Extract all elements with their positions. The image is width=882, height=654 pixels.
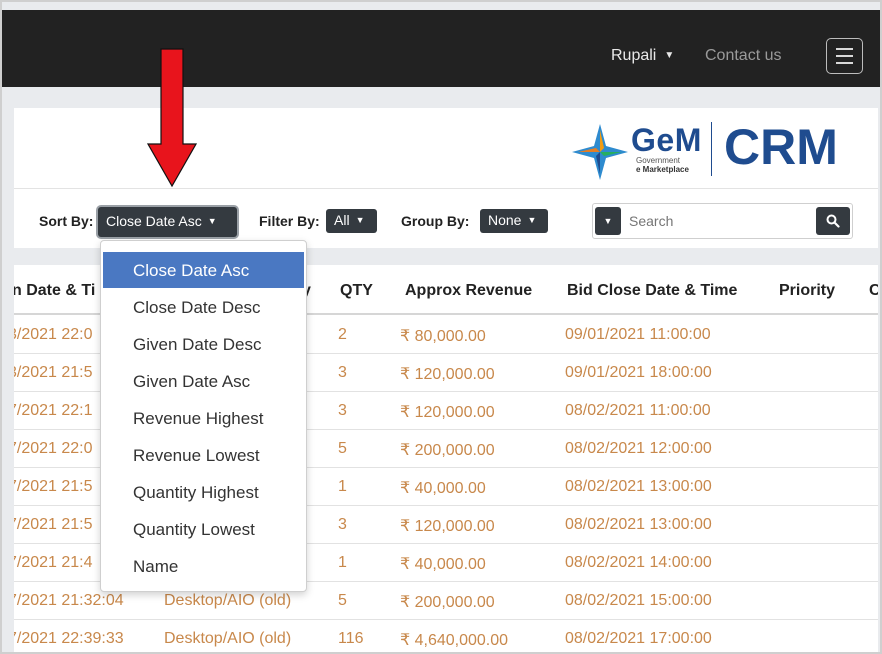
revenue-cell: ₹ 40,000.00	[400, 556, 486, 573]
red-arrow-annotation	[147, 48, 197, 188]
search-icon	[826, 214, 840, 228]
sort-by-label: Sort By:	[39, 213, 94, 229]
filter-dropdown-value: All	[334, 212, 350, 228]
gem-star-icon	[572, 124, 628, 180]
given-date-cell: 7/2021 21:5	[14, 516, 93, 533]
given-date-cell: 7/2021 21:4	[14, 554, 93, 571]
revenue-cell: ₹ 80,000.00	[400, 328, 486, 345]
bid-close-cell: 08/02/2021 12:00:00	[565, 440, 712, 457]
revenue-cell: ₹ 200,000.00	[400, 594, 495, 611]
group-by-label: Group By:	[401, 213, 470, 229]
bid-close-cell: 09/01/2021 11:00:00	[565, 326, 711, 343]
given-date-cell: 7/2021 22:1	[14, 402, 93, 419]
sort-option-close-date-desc[interactable]: Close Date Desc	[103, 289, 304, 323]
sort-option-quantity-lowest[interactable]: Quantity Lowest	[103, 511, 304, 545]
search-group: ▼	[592, 203, 853, 239]
bid-close-cell: 09/01/2021 18:00:00	[565, 364, 712, 381]
caret-down-icon: ▼	[664, 50, 675, 61]
group-dropdown-value: None	[488, 212, 522, 228]
given-date-cell: 7/2021 22:39:33	[14, 630, 124, 647]
col-header-qty[interactable]: QTY	[340, 282, 373, 300]
sort-option-given-date-asc[interactable]: Given Date Asc	[103, 363, 304, 397]
bid-close-cell: 08/02/2021 11:00:00	[565, 402, 711, 419]
card-divider	[14, 188, 878, 189]
qty-cell: 3	[338, 516, 347, 533]
bid-close-cell: 08/02/2021 14:00:00	[565, 554, 712, 571]
user-menu[interactable]: Rupali ▼	[611, 47, 674, 65]
sort-dropdown-value: Close Date Asc	[106, 213, 202, 229]
category-cell: Desktop/AIO (old)	[164, 630, 292, 647]
bid-close-cell: 08/02/2021 17:00:00	[565, 630, 712, 647]
sort-option-name[interactable]: Name	[103, 548, 304, 582]
col-header-given-date[interactable]: n Date & Ti	[14, 282, 95, 300]
revenue-cell: ₹ 200,000.00	[400, 442, 495, 459]
revenue-cell: ₹ 40,000.00	[400, 480, 486, 497]
sort-dropdown[interactable]: Close Date Asc ▼	[98, 207, 237, 237]
caret-down-icon: ▼	[527, 215, 537, 225]
sort-option-given-date-desc[interactable]: Given Date Desc	[103, 326, 304, 360]
sort-option-revenue-highest[interactable]: Revenue Highest	[103, 400, 304, 434]
qty-cell: 116	[338, 630, 364, 647]
sort-option-quantity-highest[interactable]: Quantity Highest	[103, 474, 304, 508]
qty-cell: 1	[338, 478, 347, 495]
revenue-cell: ₹ 120,000.00	[400, 366, 495, 383]
qty-cell: 5	[338, 592, 347, 609]
group-dropdown[interactable]: None ▼	[480, 209, 548, 233]
qty-cell: 2	[338, 326, 347, 343]
user-name: Rupali	[611, 47, 657, 64]
qty-cell: 3	[338, 402, 347, 419]
given-date-cell: 7/2021 21:5	[14, 478, 93, 495]
given-date-cell: 3/2021 21:5	[14, 364, 93, 381]
col-header-bid-close[interactable]: Bid Close Date & Time	[567, 282, 737, 300]
sort-option-revenue-lowest[interactable]: Revenue Lowest	[103, 437, 304, 471]
col-header-priority[interactable]: Priority	[779, 282, 835, 300]
sort-dropdown-menu: Close Date Asc Close Date Desc Given Dat…	[100, 240, 307, 592]
filter-by-label: Filter By:	[259, 213, 320, 229]
logo-gem-text: GeM	[631, 122, 702, 158]
search-button[interactable]	[816, 207, 850, 235]
table-row[interactable]: 7/2021 22:39:33 Desktop/AIO (old) 116 ₹ …	[14, 619, 878, 652]
app-frame: Rupali ▼ Contact us GeM Government e Marke…	[0, 0, 882, 654]
caret-down-icon: ▼	[207, 216, 217, 226]
top-navbar: Rupali ▼ Contact us	[2, 10, 880, 87]
bid-close-cell: 08/02/2021 13:00:00	[565, 516, 712, 533]
filter-dropdown[interactable]: All ▼	[326, 209, 377, 233]
revenue-cell: ₹ 4,640,000.00	[400, 632, 509, 649]
given-date-cell: 7/2021 22:0	[14, 440, 93, 457]
search-scope-button[interactable]: ▼	[595, 207, 621, 235]
revenue-cell: ₹ 120,000.00	[400, 518, 495, 535]
revenue-cell: ₹ 120,000.00	[400, 404, 495, 421]
given-date-cell: 7/2021 21:32:04	[14, 592, 124, 609]
logo-crm-text: CRM	[724, 119, 838, 175]
search-input[interactable]	[629, 211, 809, 231]
category-cell: Desktop/AIO (old)	[164, 592, 292, 609]
logo-separator	[711, 122, 712, 176]
qty-cell: 1	[338, 554, 347, 571]
caret-down-icon: ▼	[355, 215, 365, 225]
qty-cell: 5	[338, 440, 347, 457]
bid-close-cell: 08/02/2021 15:00:00	[565, 592, 712, 609]
col-header-approx-revenue[interactable]: Approx Revenue	[405, 282, 532, 300]
sort-option-close-date-asc[interactable]: Close Date Asc	[103, 252, 304, 288]
gem-crm-logo: GeM Government e Marketplace CRM	[558, 118, 858, 180]
caret-down-icon: ▼	[603, 216, 613, 226]
hamburger-menu-button[interactable]	[826, 38, 863, 74]
qty-cell: 3	[338, 364, 347, 381]
bid-close-cell: 08/02/2021 13:00:00	[565, 478, 712, 495]
given-date-cell: 3/2021 22:0	[14, 326, 93, 343]
menu-icon	[836, 48, 853, 50]
col-header-truncated[interactable]: C	[869, 282, 878, 300]
logo-subtitle: Government e Marketplace	[636, 156, 689, 174]
contact-link[interactable]: Contact us	[705, 47, 781, 65]
